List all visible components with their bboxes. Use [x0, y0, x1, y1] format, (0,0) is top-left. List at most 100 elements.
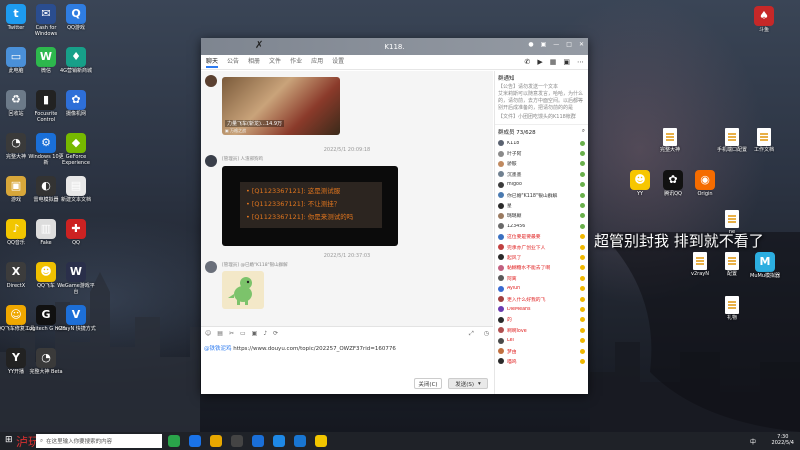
avatar[interactable]: [205, 75, 217, 87]
desktop-shortcut[interactable]: ◆ GeForce Experience: [56, 133, 96, 166]
avatar[interactable]: [205, 261, 217, 273]
member-item[interactable]: 喵呜: [498, 356, 585, 366]
window-titlebar[interactable]: ✗ K118. ● ▣ — □ ✕: [201, 38, 588, 55]
tab-1[interactable]: 公告: [227, 56, 239, 68]
group-notice[interactable]: 群通知 【公告】请勿发送一个文本 艾米莉斯可以随意发言，哈哈，为什么 的，请勿前…: [495, 71, 588, 121]
history-clock-icon[interactable]: ◷: [484, 330, 489, 337]
file-explorer-icon[interactable]: [210, 435, 222, 447]
screen-share-icon[interactable]: ▦: [550, 58, 557, 66]
desktop-shortcut[interactable]: ♠ 斗鱼: [744, 6, 784, 33]
member-item[interactable]: 更入什么好我的飞: [498, 294, 585, 304]
member-item[interactable]: 这位要是要最要: [498, 232, 585, 242]
member-item[interactable]: 起风了: [498, 252, 585, 262]
member-item[interactable]: migoo: [498, 180, 585, 190]
member-name: 骄骸: [507, 162, 517, 168]
apps-icon[interactable]: ▣: [563, 58, 570, 66]
desktop-shortcut[interactable]: ▤ 新建文本文档: [56, 176, 96, 203]
store-icon[interactable]: [252, 435, 264, 447]
member-item[interactable]: 沉墨墨: [498, 169, 585, 179]
qq-browser-icon[interactable]: [273, 435, 285, 447]
member-item[interactable]: 骄骸: [498, 159, 585, 169]
member-name: 这位要是要最要: [507, 235, 541, 241]
desktop-shortcut[interactable]: 工作文档: [744, 128, 784, 153]
tab-4[interactable]: 作业: [290, 56, 302, 68]
member-item[interactable]: 完承亦广创业下人: [498, 242, 585, 252]
desktop-shortcut[interactable]: M MuMu模拟器: [745, 252, 785, 279]
desktop-shortcut[interactable]: ♦ 4G营销新商城: [56, 47, 96, 74]
message-input[interactable]: @铁铁泥鸡 https://www.douyu.com/topic/202257…: [201, 340, 493, 394]
desktop-shortcut[interactable]: ◉ Origin: [685, 170, 725, 197]
member-list[interactable]: K118 叶子阿骄骸 沉墨墨 migoo 你已婚"K118"银山群解星璐璐颠 123456…: [495, 136, 588, 369]
maximize-icon[interactable]: □: [566, 41, 572, 48]
member-item[interactable]: Ayiun: [498, 283, 585, 293]
send-button[interactable]: 发送(S) ▾: [448, 378, 488, 389]
media-icon[interactable]: [294, 435, 306, 447]
file-notice[interactable]: 【文件】小团团吃馒头的K118帐群: [498, 114, 585, 121]
edge-icon[interactable]: [189, 435, 201, 447]
chrome-icon[interactable]: [168, 435, 180, 447]
desktop-shortcut[interactable]: 完整大神: [650, 128, 690, 153]
skin-icon[interactable]: ●: [528, 41, 533, 48]
scissors-icon[interactable]: ✂: [229, 330, 234, 337]
tab-0[interactable]: 聊天: [206, 56, 219, 68]
member-item[interactable]: 的: [498, 315, 585, 325]
tab-5[interactable]: 应用: [311, 56, 323, 68]
system-clock[interactable]: 7:30 2022/5/4: [772, 434, 794, 446]
close-icon[interactable]: ✕: [579, 41, 584, 48]
gif-icon[interactable]: ▤: [217, 330, 223, 337]
audio-icon[interactable]: ♪: [263, 330, 267, 337]
history-icon[interactable]: ⟳: [273, 330, 278, 337]
member-item[interactable]: 阿离: [498, 273, 585, 283]
desktop-shortcut[interactable]: Vv2rayN 快捷方式: [56, 305, 96, 332]
folder-icon[interactable]: ▭: [240, 330, 246, 337]
desktop-shortcut[interactable]: Q QQ游戏: [56, 4, 96, 31]
obs-icon[interactable]: [231, 435, 243, 447]
member-item[interactable]: 星: [498, 200, 585, 210]
member-item[interactable]: 你已婚"K118"银山群解: [498, 190, 585, 200]
member-name: 星: [507, 204, 512, 210]
image-icon[interactable]: ▣: [252, 330, 258, 337]
desktop-shortcut[interactable]: ne: [712, 210, 752, 235]
member-name: Lei: [507, 338, 514, 344]
file-icon: [757, 128, 771, 146]
search-icon: ⌕: [40, 437, 44, 444]
tab-3[interactable]: 文件: [269, 56, 281, 68]
message-area[interactable]: 力量飞车(斩龙)…14.9万 ▣ 万格之战 2022/5/1 20:09:18 …: [201, 71, 493, 363]
emoji-icon[interactable]: ☺: [205, 330, 211, 337]
desktop-shortcut[interactable]: 礼物: [712, 296, 752, 321]
desktop-shortcut[interactable]: W WeGame游戏平台: [56, 262, 96, 295]
expand-icon[interactable]: ⤢: [469, 330, 474, 338]
menu-icon[interactable]: —: [553, 41, 559, 48]
member-item[interactable]: 黏糊糖水不能去了啊: [498, 263, 585, 273]
dinosaur-sticker[interactable]: [222, 271, 264, 309]
member-item[interactable]: K118: [498, 138, 585, 148]
tab-2[interactable]: 相册: [248, 56, 260, 68]
tab-6[interactable]: 设置: [332, 56, 344, 68]
desktop-shortcut[interactable]: ◔ 完整大神 Beta: [26, 348, 66, 375]
member-item[interactable]: Lei: [498, 335, 585, 345]
taskbar-search[interactable]: ⌕ 在这里输入你要搜索的内容: [36, 434, 162, 448]
desktop-shortcut[interactable]: ✿ 摄像机网: [56, 90, 96, 117]
more-icon[interactable]: ⋯: [577, 58, 584, 66]
video-icon[interactable]: ▶: [537, 58, 542, 66]
member-item[interactable]: DieMeans: [498, 304, 585, 314]
screenshot-message[interactable]: • [Q1123367121]: 这是测试服 • [Q1123367121]: …: [222, 166, 398, 246]
member-badge-icon: [580, 244, 585, 250]
avatar[interactable]: [205, 155, 217, 167]
image-message[interactable]: 力量飞车(斩龙)…14.9万 ▣ 万格之战: [222, 77, 340, 135]
group-chat-window[interactable]: ✗ K118. ● ▣ — □ ✕ 聊天 公告 相册 文件 作业 应用 设置 ✆ ▶ ▦ ▣ ⋯ 力量飞车(…: [201, 38, 588, 394]
search-icon[interactable]: ⌕: [582, 128, 585, 136]
pin-icon[interactable]: ▣: [541, 41, 547, 48]
yy-task-icon[interactable]: [315, 435, 327, 447]
member-item[interactable]: 璐璐颠: [498, 211, 585, 221]
member-item[interactable]: 啊啊love: [498, 325, 585, 335]
member-item[interactable]: 123456: [498, 221, 585, 231]
member-item[interactable]: 梦由: [498, 346, 585, 356]
member-item[interactable]: 叶子阿: [498, 148, 585, 158]
member-name: 黏糊糖水不能去了啊: [507, 266, 551, 272]
ime-indicator[interactable]: 中: [750, 437, 756, 446]
member-badge-icon: [580, 286, 585, 292]
close-button[interactable]: 关闭(C): [414, 378, 442, 389]
phone-icon[interactable]: ✆: [524, 58, 530, 66]
desktop-shortcut[interactable]: ✚ QQ: [56, 219, 96, 246]
